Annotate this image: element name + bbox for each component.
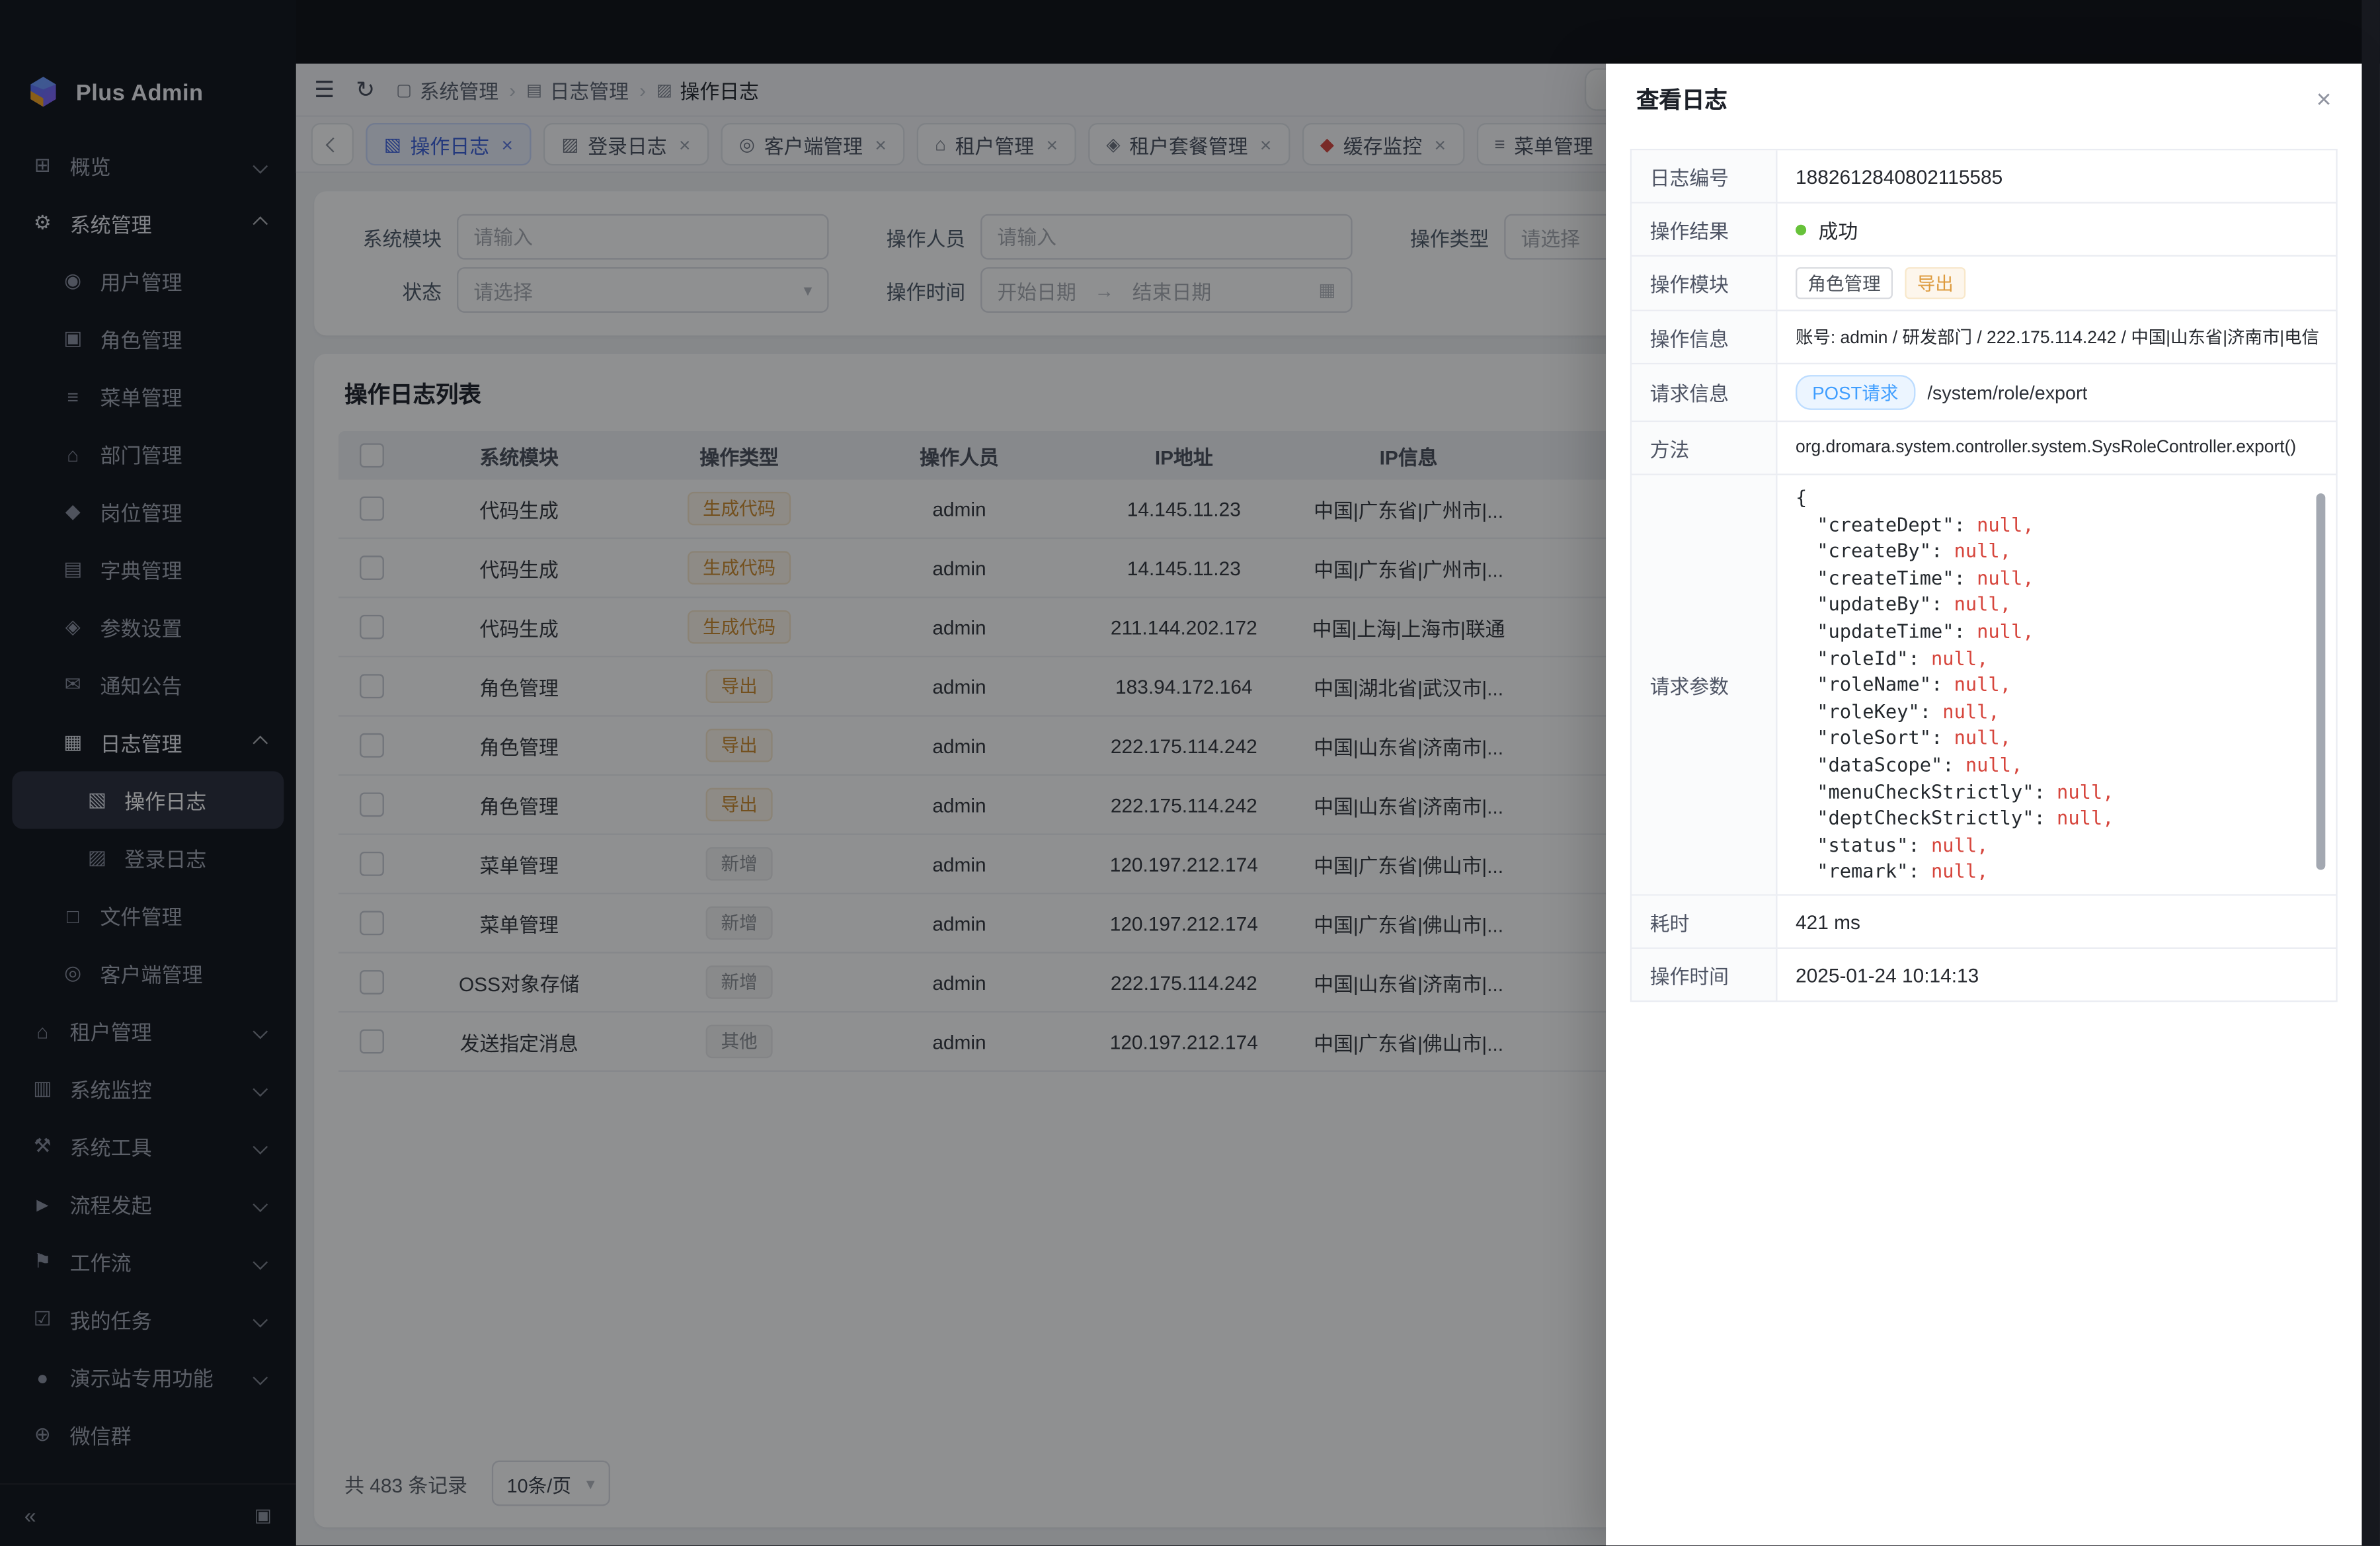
field-label: 操作时间 [1632,949,1777,1000]
operation-info-value: 账号: admin / 研发部门 / 222.175.114.242 / 中国|… [1777,311,2336,363]
json-line: "createTime": null, [1796,565,2309,591]
drawer-title: 查看日志 [1636,83,1727,114]
field-row-info: 操作信息 账号: admin / 研发部门 / 222.175.114.242 … [1632,311,2336,364]
result-value: 成功 [1818,215,1858,244]
field-row-module: 操作模块 角色管理 导出 [1632,257,2336,311]
success-status-dot [1796,224,1806,235]
drawer-header: 查看日志 × [1606,63,2361,134]
request-url: /system/role/export [1927,382,2087,403]
field-row-params: 请求参数 { "createDept": null,"createBy": nu… [1632,475,2336,896]
json-line: "roleKey": null, [1796,698,2309,725]
operation-time-value: 2025-01-24 10:14:13 [1777,949,2336,1000]
window-right-gutter [2361,0,2380,1545]
duration-value: 421 ms [1777,896,2336,948]
json-line: "roleName": null, [1796,671,2309,698]
field-label: 操作模块 [1632,257,1777,309]
business-type-tag: 导出 [1905,267,1965,299]
json-line: "updateTime": null, [1796,618,2309,644]
field-row-log-id: 日志编号 1882612840802115585 [1632,150,2336,203]
request-params-json[interactable]: { "createDept": null,"createBy": null,"c… [1796,484,2330,885]
field-label: 日志编号 [1632,150,1777,202]
json-line: "roleId": null, [1796,645,2309,671]
field-row-time: 操作时间 2025-01-24 10:14:13 [1632,949,2336,1002]
http-method-tag: POST请求 [1796,375,1915,410]
field-label: 操作信息 [1632,311,1777,363]
field-row-request: 请求信息 POST请求 /system/role/export [1632,364,2336,422]
json-line: "menuCheckStrictly": null, [1796,778,2309,805]
drawer-body: 日志编号 1882612840802115585 操作结果 成功 操作模块 角色… [1606,134,2361,1545]
screen: Plus Admin ⊞ 概览 ⚙ 系统管理 ◉ 用户管理 ▣ 角色管理 [0,0,2380,1546]
json-line: "dataScope": null, [1796,751,2309,778]
json-line: "updateBy": null, [1796,591,2309,618]
field-label: 方法 [1632,422,1777,473]
json-line: "roleSort": null, [1796,725,2309,751]
field-label: 操作结果 [1632,204,1777,255]
field-label: 请求参数 [1632,475,1777,895]
java-method-value: org.dromara.system.controller.system.Sys… [1777,422,2336,473]
view-log-drawer: 查看日志 × 日志编号 1882612840802115585 操作结果 成功 … [1606,63,2361,1545]
field-label: 请求信息 [1632,364,1777,421]
json-line: "deptCheckStrictly": null, [1796,805,2309,831]
field-label: 耗时 [1632,896,1777,948]
log-id-value: 1882612840802115585 [1777,150,2336,202]
json-line: "createBy": null, [1796,538,2309,564]
json-open-brace: { [1796,486,1807,509]
app-window: Plus Admin ⊞ 概览 ⚙ 系统管理 ◉ 用户管理 ▣ 角色管理 [0,0,2380,1545]
json-line: "createDept": null, [1796,511,2309,538]
field-row-method: 方法 org.dromara.system.controller.system.… [1632,422,2336,475]
json-line: "status": null, [1796,832,2309,858]
close-icon[interactable]: × [2317,86,2332,112]
log-detail-table: 日志编号 1882612840802115585 操作结果 成功 操作模块 角色… [1630,149,2338,1002]
json-line: "remark": null, [1796,858,2309,885]
field-row-result: 操作结果 成功 [1632,204,2336,257]
field-row-duration: 耗时 421 ms [1632,896,2336,949]
module-tag: 角色管理 [1796,267,1893,299]
scrollbar-thumb[interactable] [2317,493,2326,870]
